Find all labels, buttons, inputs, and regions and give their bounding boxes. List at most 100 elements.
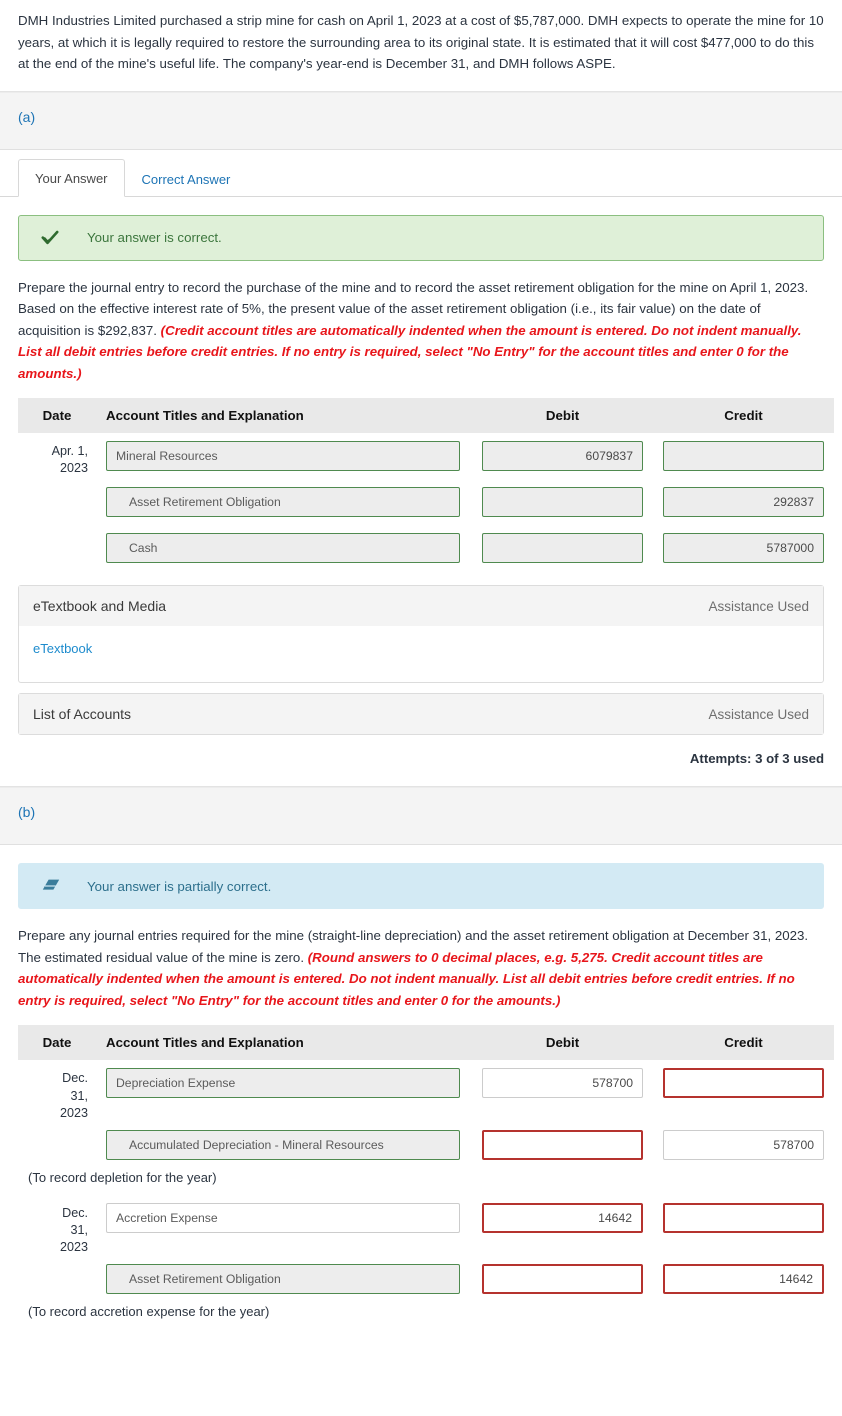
status-banner-a: Your answer is correct. — [18, 214, 824, 261]
credit-amount-input[interactable]: 5787000 — [663, 533, 824, 564]
account-title-input[interactable]: Asset Retirement Obligation — [106, 487, 460, 518]
tab-correct-answer[interactable]: Correct Answer — [125, 160, 248, 197]
answer-tabs: Your Answer Correct Answer — [0, 157, 842, 197]
journal-entry-row: Cash 5787000 — [18, 525, 834, 571]
debit-amount-input[interactable] — [482, 1129, 643, 1160]
col-header-date: Date — [18, 398, 96, 434]
journal-date-cell: Apr. 1, 2023 — [51, 444, 88, 476]
debit-amount-input[interactable] — [482, 533, 643, 564]
account-title-input[interactable]: Mineral Resources — [106, 441, 460, 472]
status-text-b: Your answer is partially correct. — [87, 878, 272, 894]
journal-credit-cell — [653, 1195, 834, 1256]
table-header-row: Date Account Titles and Explanation Debi… — [18, 1025, 834, 1061]
eraser-icon — [41, 877, 71, 895]
journal-credit-cell: 292837 — [653, 479, 834, 525]
credit-amount-input[interactable] — [663, 1068, 824, 1099]
journal-date-cell — [18, 1256, 96, 1302]
journal-account-cell: Depreciation Expense — [96, 1060, 472, 1121]
problem-statement: DMH Industries Limited purchased a strip… — [0, 0, 842, 92]
credit-amount-input[interactable]: 578700 — [663, 1129, 824, 1160]
table-header-row: Date Account Titles and Explanation Debi… — [18, 398, 834, 434]
journal-entry-row: Dec. 31, 2023 Depreciation Expense 578700 — [18, 1060, 834, 1121]
journal-account-cell: Asset Retirement Obligation — [96, 479, 472, 525]
credit-amount-input[interactable]: 292837 — [663, 487, 824, 518]
part-band-a: (a) — [0, 91, 842, 150]
col-header-debit: Debit — [472, 398, 653, 434]
part-label-b: (b) — [18, 804, 36, 821]
journal-debit-cell: 6079837 — [472, 433, 653, 479]
journal-entry-row: Accumulated Depreciation - Mineral Resou… — [18, 1122, 834, 1168]
journal-table-b-wrap: Date Account Titles and Explanation Debi… — [0, 1015, 842, 1329]
assistance-panels-a: eTextbook and Media Assistance Used eTex… — [0, 571, 842, 736]
journal-credit-cell: 14642 — [653, 1256, 834, 1302]
panel-head-list-of-accounts[interactable]: List of Accounts Assistance Used — [19, 694, 823, 735]
panel-assistance-used-etextbook: Assistance Used — [708, 598, 809, 614]
journal-credit-cell: 5787000 — [653, 525, 834, 571]
attempts-a: Attempts: 3 of 3 used — [0, 745, 842, 788]
check-icon — [41, 229, 71, 247]
panel-etextbook-media: eTextbook and Media Assistance Used eTex… — [18, 585, 824, 684]
credit-amount-input[interactable] — [663, 1202, 824, 1233]
debit-amount-input[interactable]: 14642 — [482, 1202, 643, 1233]
journal-table-a-body: Apr. 1, 2023 Mineral Resources 6079837 Asse… — [18, 433, 834, 571]
col-header-credit: Credit — [653, 398, 834, 434]
journal-memo-text: (To record depletion for the year) — [28, 1169, 217, 1185]
account-title-input[interactable]: Cash — [106, 533, 460, 564]
journal-debit-cell: 578700 — [472, 1060, 653, 1121]
journal-debit-cell: 14642 — [472, 1195, 653, 1256]
debit-amount-input[interactable]: 6079837 — [482, 441, 643, 472]
panel-title-list-of-accounts: List of Accounts — [33, 706, 132, 723]
journal-date-cell: Dec. 31, 2023 — [59, 1071, 88, 1120]
tab-your-answer[interactable]: Your Answer — [18, 158, 125, 197]
journal-account-cell: Accumulated Depreciation - Mineral Resou… — [96, 1122, 472, 1168]
journal-entry-row: Apr. 1, 2023 Mineral Resources 6079837 — [18, 433, 834, 479]
panel-head-etextbook[interactable]: eTextbook and Media Assistance Used — [19, 586, 823, 627]
journal-entry-row: Dec. 31, 2023 Accretion Expense 14642 — [18, 1195, 834, 1256]
journal-memo-row: (To record accretion expense for the yea… — [18, 1302, 834, 1329]
exercise-page: DMH Industries Limited purchased a strip… — [0, 0, 842, 1329]
status-banner-b: Your answer is partially correct. — [18, 863, 824, 910]
journal-table-b-body: Dec. 31, 2023 Depreciation Expense 578700 A… — [18, 1060, 834, 1329]
journal-entry-row: Asset Retirement Obligation 292837 — [18, 479, 834, 525]
journal-date-cell — [18, 525, 96, 571]
debit-amount-input[interactable]: 578700 — [482, 1068, 643, 1099]
journal-debit-cell — [472, 1256, 653, 1302]
journal-account-cell: Asset Retirement Obligation — [96, 1256, 472, 1302]
journal-debit-cell — [472, 479, 653, 525]
credit-amount-input[interactable] — [663, 441, 824, 472]
debit-amount-input[interactable] — [482, 487, 643, 518]
col-header-debit: Debit — [472, 1025, 653, 1061]
journal-credit-cell — [653, 1060, 834, 1121]
journal-table-b: Date Account Titles and Explanation Debi… — [18, 1025, 834, 1329]
journal-date-cell — [18, 479, 96, 525]
journal-credit-cell: 578700 — [653, 1122, 834, 1168]
account-title-input[interactable]: Depreciation Expense — [106, 1068, 460, 1099]
account-title-input[interactable]: Asset Retirement Obligation — [106, 1264, 460, 1295]
panel-assistance-used-list-of-accounts: Assistance Used — [708, 706, 809, 722]
journal-credit-cell — [653, 433, 834, 479]
journal-date-cell: Dec. 31, 2023 — [59, 1205, 88, 1254]
journal-date-cell — [18, 1122, 96, 1168]
journal-account-cell: Cash — [96, 525, 472, 571]
panel-body-etextbook: eTextbook — [19, 626, 823, 682]
col-header-account: Account Titles and Explanation — [96, 1025, 472, 1061]
instructions-a: Prepare the journal entry to record the … — [0, 261, 842, 389]
debit-amount-input[interactable] — [482, 1264, 643, 1295]
col-header-account: Account Titles and Explanation — [96, 398, 472, 434]
part-band-b: (b) — [0, 787, 842, 846]
part-label-a: (a) — [18, 108, 36, 125]
status-text-a: Your answer is correct. — [87, 230, 222, 246]
col-header-date: Date — [18, 1025, 96, 1061]
col-header-credit: Credit — [653, 1025, 834, 1061]
instructions-b: Prepare any journal entries required for… — [0, 909, 842, 1015]
journal-debit-cell — [472, 525, 653, 571]
panel-list-of-accounts: List of Accounts Assistance Used — [18, 693, 824, 736]
journal-entry-row: Asset Retirement Obligation 14642 — [18, 1256, 834, 1302]
etextbook-link[interactable]: eTextbook — [33, 641, 92, 656]
journal-table-a-wrap: Date Account Titles and Explanation Debi… — [0, 388, 842, 571]
journal-debit-cell — [472, 1122, 653, 1168]
panel-title-etextbook: eTextbook and Media — [33, 598, 167, 615]
account-title-input[interactable]: Accumulated Depreciation - Mineral Resou… — [106, 1129, 460, 1160]
credit-amount-input[interactable]: 14642 — [663, 1264, 824, 1295]
account-title-input[interactable]: Accretion Expense — [106, 1202, 460, 1233]
